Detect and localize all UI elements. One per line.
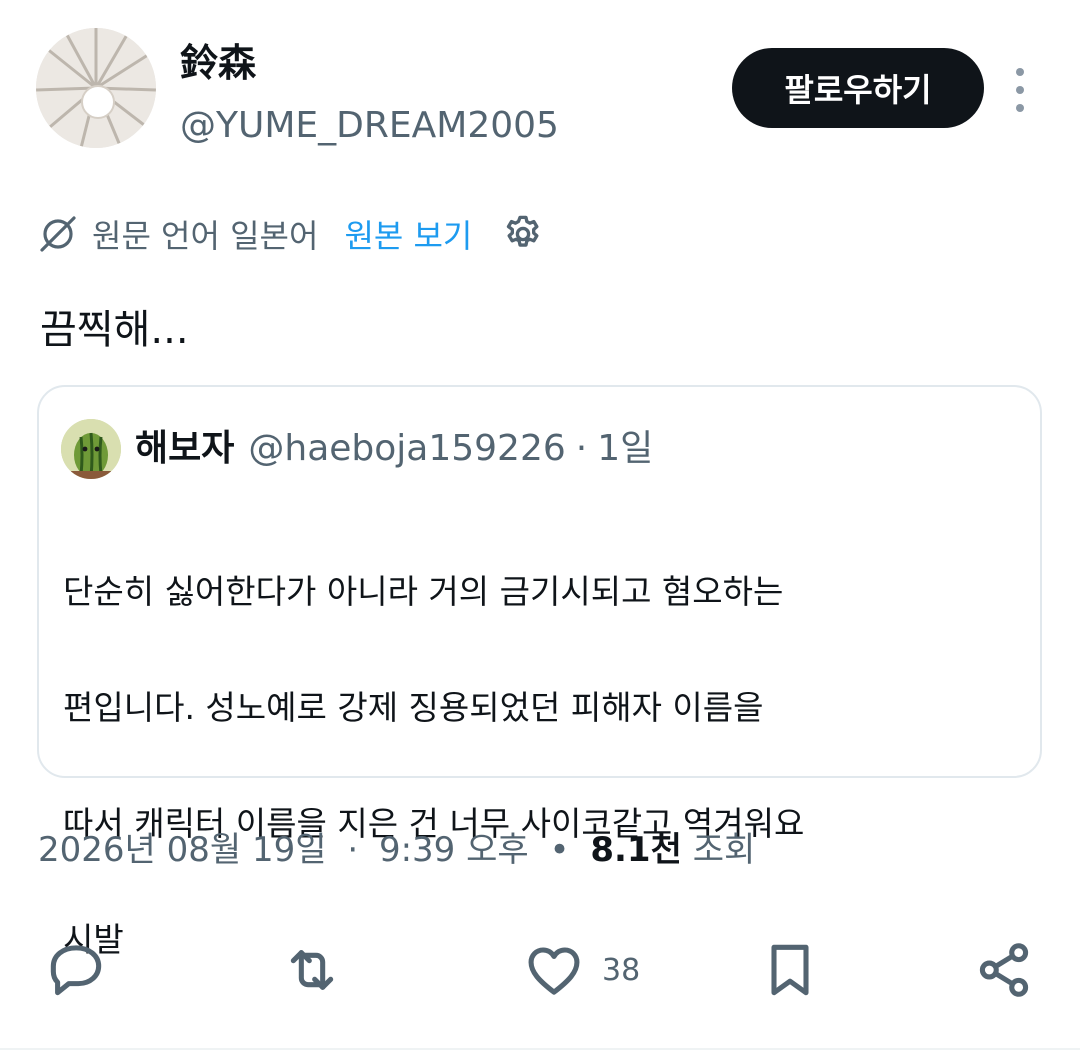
- quote-header: 해보자 @haeboja159226 · 1일: [135, 425, 653, 473]
- retweet-icon: [290, 950, 334, 990]
- author-handle[interactable]: @YUME_DREAM2005: [180, 104, 559, 148]
- meta-bullet: •: [549, 830, 570, 870]
- views-count: 8.1천: [590, 830, 682, 870]
- quote-author-avatar[interactable]: [61, 419, 121, 479]
- more-dot: [1016, 86, 1024, 94]
- quote-line: 편입니다. 성노예로 강제 징용되었던 피해자 이름을: [63, 688, 764, 727]
- reply-button[interactable]: [44, 938, 108, 1002]
- tweet-text: 끔찍해...: [40, 307, 189, 353]
- quoted-tweet-card[interactable]: 해보자 @haeboja159226 · 1일 단순히 싫어한다가 아니라 거의…: [37, 385, 1042, 959]
- quote-author-name: 해보자: [135, 428, 235, 469]
- quote-line: 단순히 싫어한다가 아니라 거의 금기시되고 혐오하는: [63, 572, 784, 611]
- author-avatar[interactable]: [36, 28, 156, 148]
- heart-icon: [528, 947, 580, 995]
- bottom-divider: [0, 1048, 1080, 1050]
- retweet-button[interactable]: [280, 938, 344, 1002]
- quote-separator: ·: [575, 428, 588, 469]
- like-button[interactable]: 38: [522, 938, 640, 1002]
- translate-icon: [40, 216, 76, 252]
- share-button[interactable]: [972, 938, 1036, 1002]
- tweet-time[interactable]: 9:39 오후: [379, 830, 529, 870]
- translation-row: 원문 언어 일본어 원본 보기: [38, 208, 544, 260]
- paper-fan-avatar-image: [36, 28, 156, 148]
- gear-icon[interactable]: [502, 213, 544, 255]
- bookmark-button[interactable]: [758, 938, 822, 1002]
- quote-author-handle: @haeboja159226: [248, 428, 566, 469]
- author-display-name[interactable]: 鈴森: [180, 40, 256, 86]
- show-original-link[interactable]: 원본 보기: [344, 211, 472, 257]
- share-icon: [979, 943, 1029, 997]
- more-vertical-icon[interactable]: [1002, 68, 1038, 112]
- reply-icon: [50, 945, 102, 996]
- bookmark-icon: [771, 944, 809, 996]
- tweet-date[interactable]: 2026년 08월 19일: [38, 830, 327, 870]
- action-bar: 38: [0, 930, 1080, 1010]
- more-dot: [1016, 104, 1024, 112]
- meta-separator: ·: [347, 830, 359, 870]
- follow-button[interactable]: 팔로우하기: [732, 48, 984, 128]
- more-dot: [1016, 68, 1024, 76]
- views-label: 조회: [692, 830, 756, 870]
- translation-label: 원문 언어 일본어: [92, 217, 319, 255]
- watermelon-avatar-image: [61, 419, 121, 479]
- like-count: 38: [602, 952, 641, 988]
- quote-timestamp: 1일: [597, 428, 654, 469]
- tweet-meta: 2026년 08월 19일 · 9:39 오후 • 8.1천 조회: [38, 826, 755, 874]
